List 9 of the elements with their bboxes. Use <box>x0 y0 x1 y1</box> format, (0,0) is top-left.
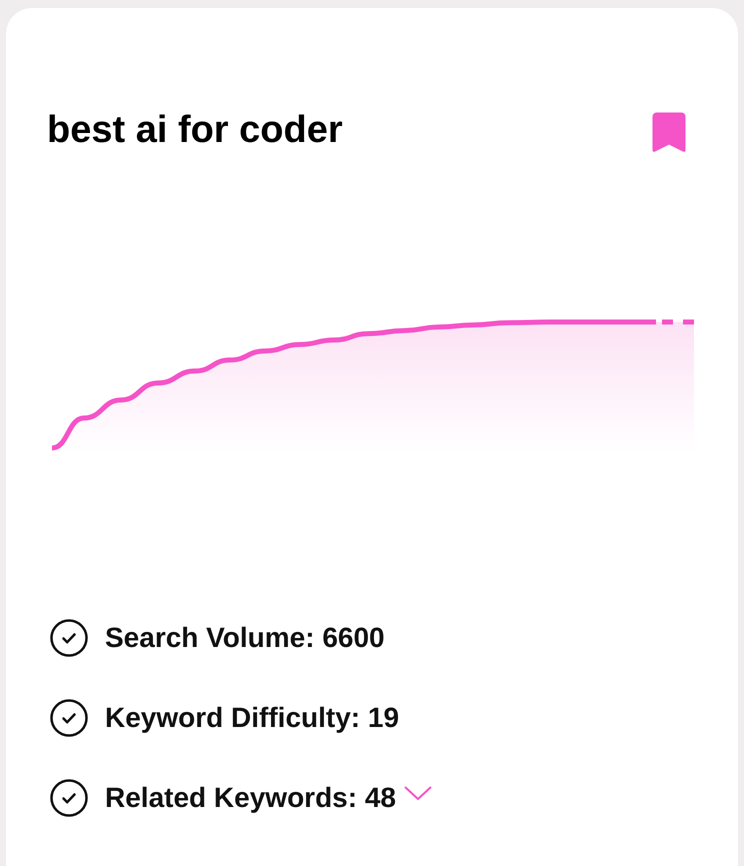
chevron-down-icon[interactable] <box>404 786 432 800</box>
check-circle-icon <box>50 779 88 817</box>
stat-text: Search Volume: 6600 <box>105 621 385 655</box>
check-circle-icon <box>50 619 88 657</box>
stat-text: Related Keywords: 48 <box>105 781 396 815</box>
bookmark-icon[interactable] <box>652 112 686 152</box>
stat-text: Keyword Difficulty: 19 <box>105 701 400 735</box>
check-circle-icon <box>50 699 88 737</box>
keyword-title: best ai for coder <box>47 108 343 153</box>
